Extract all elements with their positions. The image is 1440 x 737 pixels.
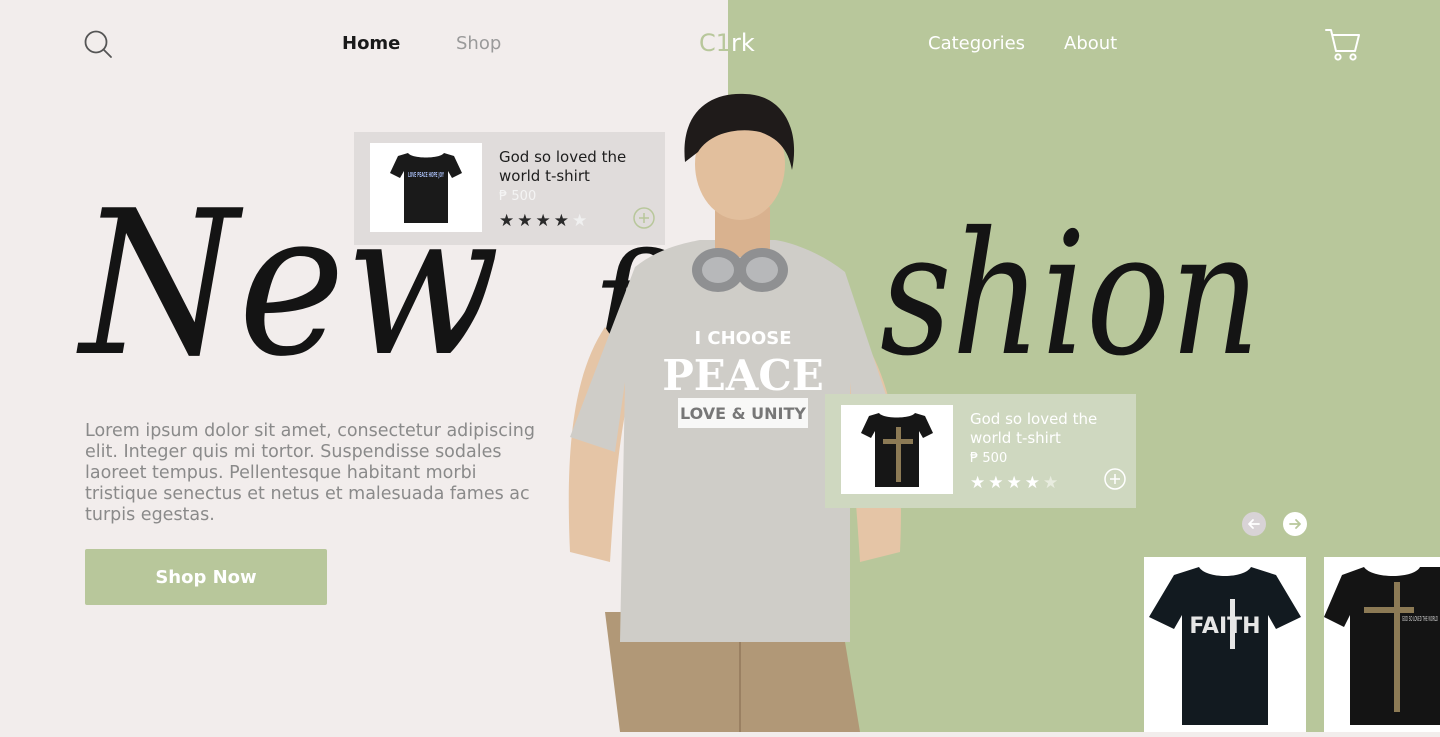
carousel-item[interactable]: GOD SO LOVED THE WORLD <box>1324 557 1440 732</box>
nav-categories-link[interactable]: Categories <box>928 33 1025 54</box>
product-card[interactable]: God so loved the world t-shirt ₱ 500 ★★★… <box>825 394 1136 508</box>
carousel-item[interactable]: FAITH <box>1144 557 1306 732</box>
headline-word-shion: shion <box>880 196 1260 394</box>
product-card[interactable]: LOVE PEACE HOPE JOY God so loved the wor… <box>354 132 665 245</box>
model-shirt-line1: I CHOOSE <box>694 328 791 349</box>
nav-shop-link[interactable]: Shop <box>456 33 501 54</box>
carousel-print-text: GOD SO LOVED THE WORLD <box>1402 615 1438 623</box>
product-rating: ★★★★★ <box>970 473 1062 492</box>
nav-about-link[interactable]: About <box>1064 33 1117 54</box>
hero-description: Lorem ipsum dolor sit amet, consectetur … <box>85 421 535 525</box>
model-shirt-line3: LOVE & UNITY <box>680 404 806 423</box>
product-price: ₱ 500 <box>499 189 537 204</box>
product-rating: ★★★★★ <box>499 211 591 230</box>
plus-circle-icon[interactable] <box>1104 468 1126 490</box>
brand-logo[interactable]: C1rk <box>699 29 755 57</box>
brand-part-2: rk <box>731 29 755 57</box>
model-shirt-line2: PEACE <box>662 351 824 400</box>
product-print-text: LOVE PEACE HOPE JOY <box>408 171 444 179</box>
product-title: God so loved the world t-shirt <box>499 148 627 185</box>
nav-home-link[interactable]: Home <box>342 33 400 54</box>
arrow-right-icon[interactable] <box>1283 512 1307 536</box>
plus-circle-icon[interactable] <box>633 207 655 229</box>
brand-part-1: C1 <box>699 29 732 57</box>
product-image: LOVE PEACE HOPE JOY <box>370 143 482 232</box>
search-icon[interactable] <box>82 28 114 60</box>
product-price: ₱ 500 <box>970 451 1008 466</box>
carousel-print-text: FAITH <box>1189 614 1260 639</box>
shop-now-button[interactable]: Shop Now <box>85 549 327 605</box>
arrow-left-icon[interactable] <box>1242 512 1266 536</box>
product-image <box>841 405 953 494</box>
product-title: God so loved the world t-shirt <box>970 410 1098 447</box>
cart-icon[interactable] <box>1322 24 1362 64</box>
